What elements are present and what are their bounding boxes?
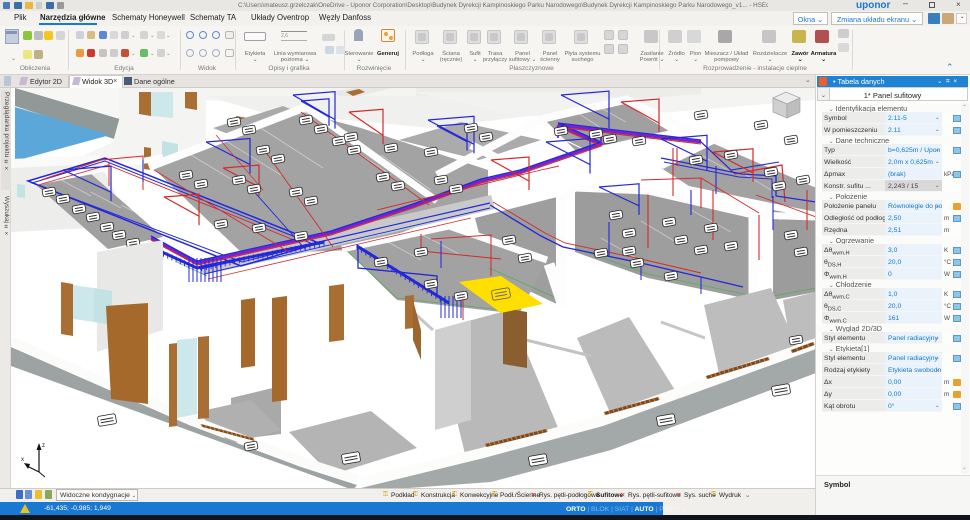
svg-text:x: x [21,457,24,463]
svg-text:z: z [42,443,45,449]
